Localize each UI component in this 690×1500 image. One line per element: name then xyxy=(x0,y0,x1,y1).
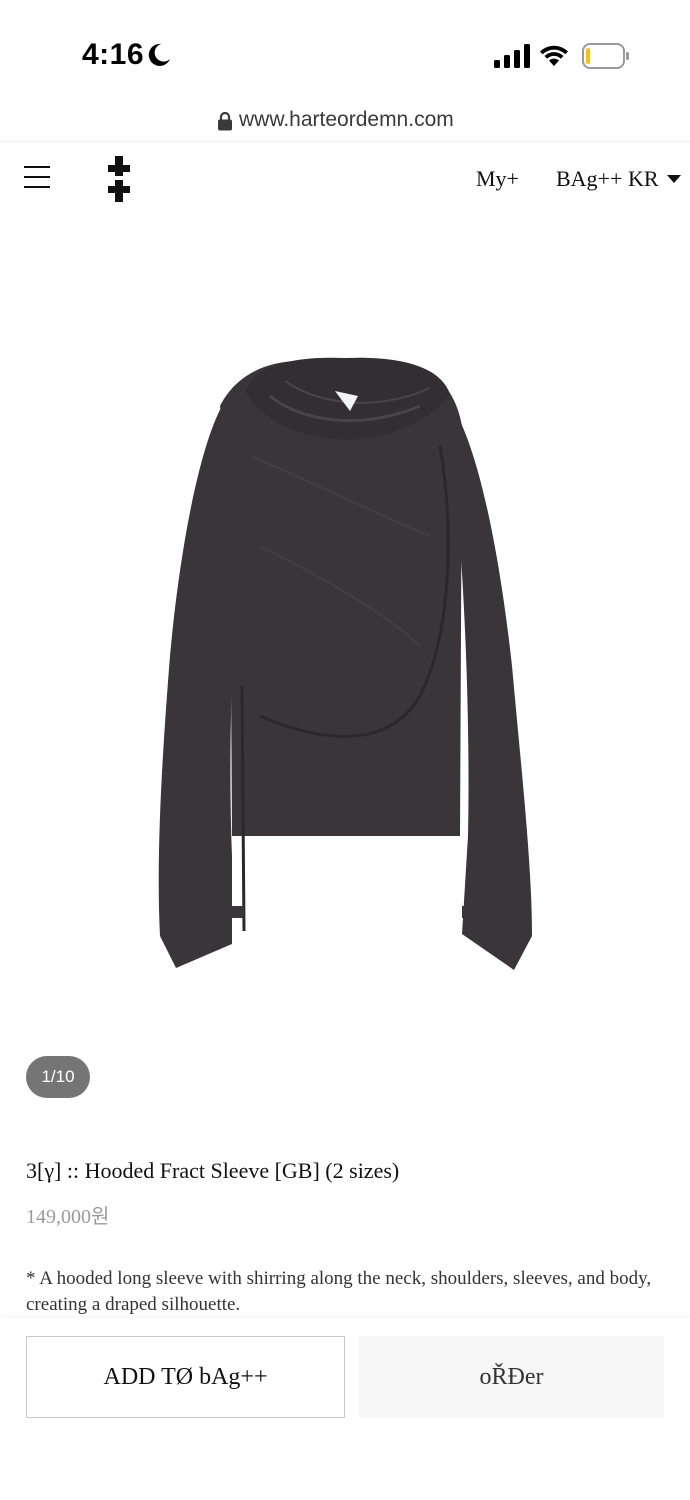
action-bar: ADD TØ bAg++ oŘĐer xyxy=(0,1318,690,1500)
status-time: 4:16 xyxy=(82,38,145,71)
product-price: 149,000원 xyxy=(26,1206,110,1228)
status-bar: 4:16 xyxy=(0,0,690,100)
signal-icon xyxy=(494,44,530,68)
language-selector[interactable]: KR xyxy=(628,166,681,192)
my-account-link[interactable]: My+ xyxy=(476,166,519,192)
bag-link[interactable]: BAg++ xyxy=(556,166,622,192)
garment-right-sleeve xyxy=(455,411,532,970)
wifi-icon xyxy=(540,45,568,66)
address-bar[interactable]: www.harteordemn.com xyxy=(0,100,690,142)
garment-left-sleeve xyxy=(158,406,240,968)
order-button[interactable]: oŘĐer xyxy=(359,1336,664,1418)
lock-icon xyxy=(218,111,232,131)
url-text: www.harteordemn.com xyxy=(239,108,454,131)
image-counter-badge: 1/10 xyxy=(26,1056,90,1098)
language-label: KR xyxy=(628,166,659,191)
double-cross-logo[interactable] xyxy=(106,156,132,202)
moon-icon xyxy=(148,43,170,66)
add-to-bag-button[interactable]: ADD TØ bAg++ xyxy=(26,1336,345,1418)
menu-icon[interactable] xyxy=(24,166,50,190)
product-image[interactable] xyxy=(0,216,690,1046)
product-title: 3[γ] :: Hooded Fract Sleeve [GB] (2 size… xyxy=(26,1158,400,1183)
chevron-down-icon xyxy=(666,175,681,183)
site-header: My+ BAg++ KR xyxy=(0,142,690,216)
battery-icon xyxy=(582,43,629,69)
product-description: * A hooded long sleeve with shirring alo… xyxy=(26,1268,652,1315)
